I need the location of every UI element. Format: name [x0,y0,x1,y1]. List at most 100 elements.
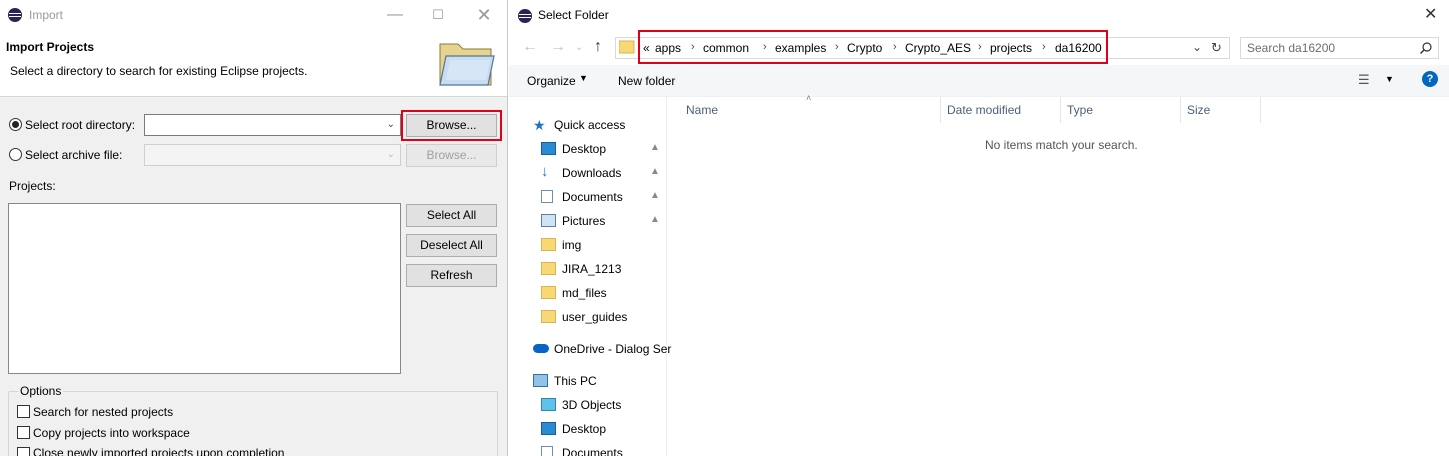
breadcrumb-projects[interactable]: projects [990,41,1032,55]
new-folder-button[interactable]: New folder [618,74,675,88]
column-divider[interactable] [1260,97,1261,123]
chevron-right-icon[interactable]: › [763,41,767,53]
nav-this-pc[interactable]: This PC [509,370,667,392]
copy-projects-checkbox[interactable] [17,426,30,439]
breadcrumb-crypto-aes[interactable]: Crypto_AES [905,41,971,55]
nav-label: 3D Objects [562,398,622,412]
sort-indicator-icon: ˄ [806,93,812,103]
column-divider[interactable] [1180,97,1181,123]
up-arrow-icon[interactable]: ↑ [594,38,602,56]
nav-label: Documents [562,446,623,456]
forward-arrow-icon[interactable]: → [550,38,566,56]
nav-md-files[interactable]: md_files [509,282,667,304]
dialog-toolbar: Organize ▼ New folder ☰ ▼ ? [509,65,1449,97]
desktop-icon [541,422,556,435]
copy-projects-label: Copy projects into workspace [33,426,190,440]
column-size[interactable]: Size [1187,103,1210,117]
pin-icon[interactable]: ▲ [650,214,660,225]
chevron-right-icon[interactable]: › [691,41,695,53]
nav-pc-documents[interactable]: Documents [509,442,667,456]
archive-file-radio[interactable] [9,148,22,161]
star-icon: ★ [533,117,546,133]
back-arrow-icon[interactable]: ← [522,38,538,56]
nav-label: Desktop [562,142,607,156]
nav-pc-desktop[interactable]: Desktop [509,418,667,440]
nav-label: md_files [562,286,607,300]
breadcrumb-common[interactable]: common [703,41,749,55]
chevron-right-icon[interactable]: › [835,41,839,53]
nav-downloads[interactable]: ↓ Downloads ▲ [509,162,667,184]
nav-label: user_guides [562,310,628,324]
breadcrumb-examples[interactable]: examples [775,41,826,55]
root-directory-radio[interactable] [9,118,22,131]
nav-documents[interactable]: Documents ▲ [509,186,667,208]
breadcrumb-da16200[interactable]: da16200 [1055,41,1102,55]
help-icon[interactable]: ? [1422,71,1438,87]
nav-quick-access[interactable]: ★ Quick access [509,114,667,136]
archive-file-combo: ⌄ [144,144,401,166]
projects-label: Projects: [9,179,56,193]
close-icon[interactable]: ✕ [474,5,494,25]
nav-label: img [562,238,582,252]
pin-icon[interactable]: ▲ [650,142,660,153]
close-icon[interactable]: ✕ [1424,4,1437,24]
column-divider[interactable] [940,97,941,123]
nav-onedrive[interactable]: OneDrive - Dialog Ser [509,338,671,360]
nav-desktop[interactable]: Desktop ▲ [509,138,667,160]
column-date-modified[interactable]: Date modified [947,103,1021,117]
nav-label: Pictures [562,214,606,228]
chevron-right-icon[interactable]: › [1042,41,1046,53]
organize-button[interactable]: Organize [527,74,576,88]
nav-jira-1213[interactable]: JIRA_1213 [509,258,667,280]
maximize-icon[interactable]: ☐ [428,5,448,25]
chevron-down-icon[interactable]: ⌄ [387,119,395,130]
pin-icon[interactable]: ▲ [650,190,660,201]
cloud-icon [533,344,549,353]
close-imported-checkbox[interactable] [17,447,30,456]
documents-icon [541,446,553,456]
downloads-icon: ↓ [541,163,549,180]
view-options-icon[interactable]: ☰ [1358,72,1370,88]
page-description: Select a directory to search for existin… [10,64,308,78]
folder-error-icon [541,286,556,299]
projects-list[interactable] [8,203,401,374]
recent-chevron-icon[interactable]: ⌄ [575,42,583,53]
import-titlebar: Import — ☐ ✕ [0,0,507,30]
breadcrumb-crypto[interactable]: Crypto [847,41,882,55]
select-folder-dialog: Select Folder ✕ ← → ⌄ ↑ « apps › common … [509,0,1449,456]
deselect-all-button[interactable]: Deselect All [406,234,497,257]
column-divider[interactable] [1060,97,1061,123]
column-name[interactable]: Name [686,103,718,117]
nav-label: Documents [562,190,623,204]
browse-button[interactable]: Browse... [406,114,497,137]
minimize-icon[interactable]: — [385,5,405,25]
pin-icon[interactable]: ▲ [650,166,660,177]
chevron-down-icon[interactable]: ⌄ [1192,40,1202,54]
breadcrumb-overflow[interactable]: « [643,41,650,55]
chevron-right-icon[interactable]: › [893,41,897,53]
nav-label: OneDrive - Dialog Ser [554,342,672,356]
nav-label: JIRA_1213 [562,262,622,276]
page-title: Import Projects [6,40,95,54]
dialog-title: Select Folder [538,8,609,22]
nav-img[interactable]: img [509,234,667,256]
chevron-right-icon[interactable]: › [978,41,982,53]
refresh-button[interactable]: Refresh [406,264,497,287]
nested-projects-checkbox[interactable] [17,405,30,418]
nav-user-guides[interactable]: user_guides [509,306,667,328]
breadcrumb-apps[interactable]: apps [655,41,681,55]
search-icon[interactable] [1420,42,1432,54]
documents-icon [541,190,553,203]
column-type[interactable]: Type [1067,103,1093,117]
select-all-button[interactable]: Select All [406,204,497,227]
import-window: Import — ☐ ✕ Import Projects Select a di… [0,0,508,456]
import-window-title: Import [29,8,64,22]
refresh-icon[interactable]: ↻ [1211,40,1222,56]
organize-chevron-icon[interactable]: ▼ [579,73,588,83]
nav-pictures[interactable]: Pictures ▲ [509,210,667,232]
view-chevron-icon[interactable]: ▼ [1385,74,1394,84]
nav-3d-objects[interactable]: 3D Objects [509,394,667,416]
folder-synced-icon [541,238,556,251]
root-directory-combo[interactable]: ⌄ [144,114,401,136]
browse-archive-button: Browse... [406,144,497,167]
